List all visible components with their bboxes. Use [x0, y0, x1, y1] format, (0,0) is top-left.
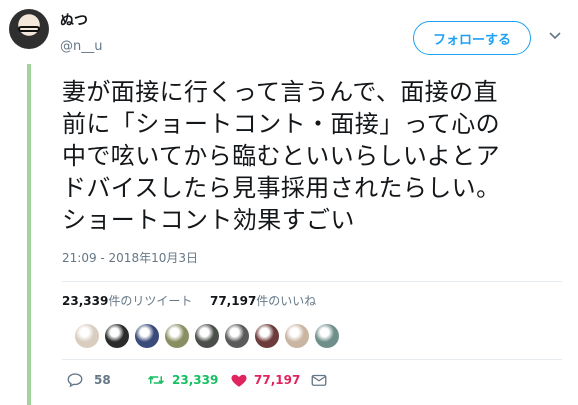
like-button[interactable]: 77,197 — [230, 371, 310, 389]
liker-avatar[interactable] — [105, 324, 129, 348]
liker-avatar[interactable] — [195, 324, 219, 348]
like-count-label: 件のいいね — [256, 294, 317, 308]
retweet-button[interactable]: 23,339 — [146, 371, 230, 389]
reply-count: 58 — [94, 373, 111, 387]
envelope-icon — [311, 374, 327, 386]
retweet-action-count: 23,339 — [172, 373, 219, 387]
liker-avatar[interactable] — [225, 324, 249, 348]
tweet-actions: 58 23,339 77,197 — [66, 371, 328, 389]
heart-icon — [231, 374, 247, 387]
liker-avatar[interactable] — [315, 324, 339, 348]
like-action-count: 77,197 — [254, 373, 301, 387]
reply-button[interactable]: 58 — [66, 371, 146, 389]
retweet-count[interactable]: 23,339件のリツイート — [62, 294, 192, 308]
likers-avatars — [75, 324, 339, 348]
divider — [62, 281, 562, 282]
divider — [62, 359, 562, 360]
liker-avatar[interactable] — [255, 324, 279, 348]
tweet-text: 妻が面接に行くって言うんで、面接の直 前に「ショートコント・面接」って心の 中で… — [62, 78, 501, 234]
retweet-count-value: 23,339 — [62, 294, 109, 308]
timestamp[interactable]: 21:09 - 2018年10月3日 — [62, 249, 198, 266]
like-count-value: 77,197 — [209, 294, 257, 308]
like-count[interactable]: 77,197件のいいね — [210, 294, 316, 308]
liker-avatar[interactable] — [285, 324, 309, 348]
username[interactable]: @n__u — [60, 39, 102, 55]
liker-avatar[interactable] — [75, 324, 99, 348]
chevron-down-icon[interactable] — [548, 29, 562, 43]
dm-button[interactable] — [310, 371, 328, 389]
avatar[interactable] — [9, 9, 49, 49]
follow-button[interactable]: フォローする — [413, 21, 531, 55]
retweet-count-label: 件のリツイート — [108, 294, 193, 308]
engagement-stats: 23,339件のリツイート 77,197件のいいね — [62, 292, 316, 309]
avatar-glasses — [18, 26, 40, 32]
display-name[interactable]: ぬつ — [60, 12, 88, 30]
liker-avatar[interactable] — [135, 324, 159, 348]
liker-avatar[interactable] — [165, 324, 189, 348]
reply-icon — [67, 373, 83, 388]
retweet-icon — [147, 375, 165, 385]
thread-line — [27, 64, 31, 405]
